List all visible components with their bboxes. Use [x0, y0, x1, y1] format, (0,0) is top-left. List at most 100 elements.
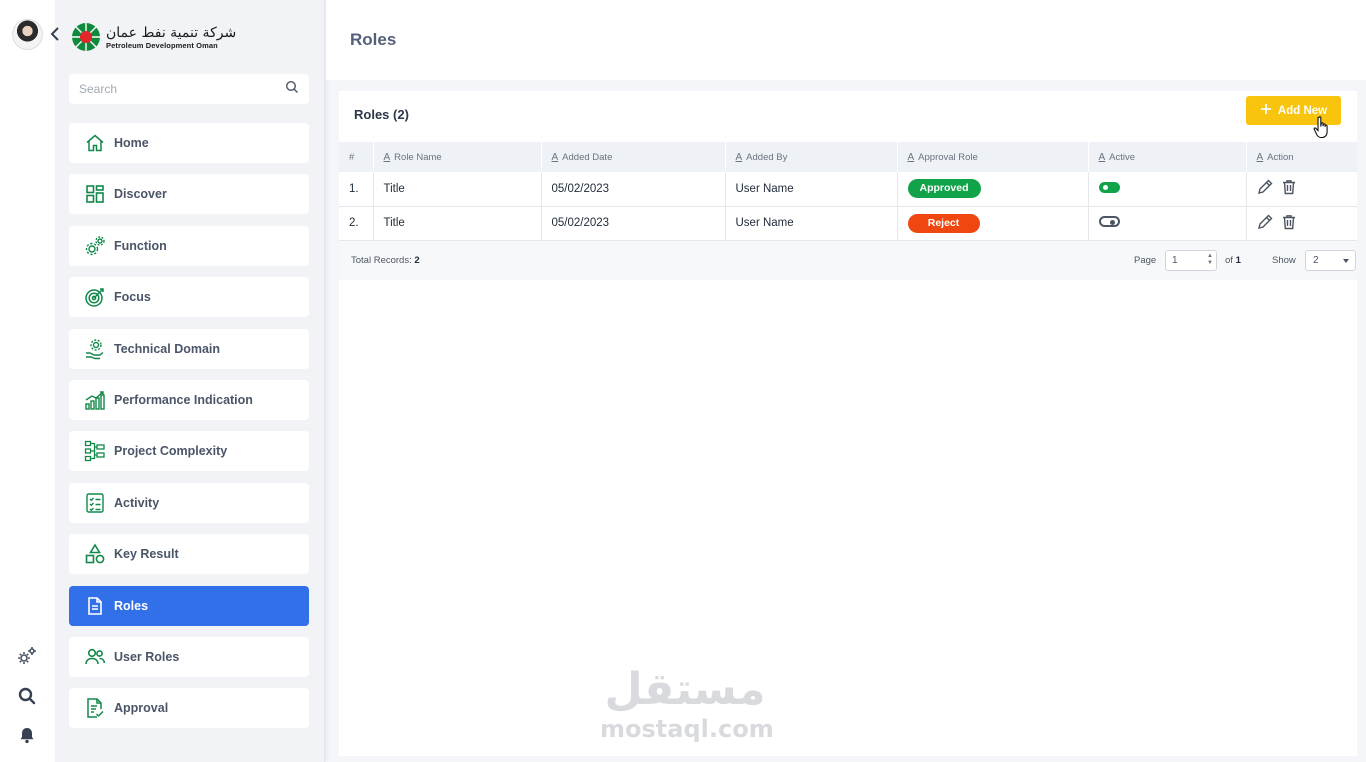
- table-footer: Total Records: 2 Page 1 ▲ ▼ of 1 Show 2: [339, 241, 1357, 280]
- added-date-cell: 05/02/2023: [541, 172, 726, 207]
- search-icon[interactable]: [14, 683, 40, 709]
- delete-trash-icon[interactable]: [1281, 214, 1297, 233]
- active-toggle[interactable]: [1098, 216, 1120, 227]
- checklist-icon: [84, 492, 106, 514]
- page-size-select[interactable]: 2: [1305, 250, 1356, 271]
- column-header-role-name[interactable]: A Role Name: [373, 142, 542, 172]
- added-by-cell: User Name: [725, 206, 898, 241]
- collapse-chevron-icon[interactable]: [48, 26, 62, 42]
- hand-cursor-icon: [1313, 116, 1328, 139]
- active-cell: [1088, 206, 1247, 241]
- show-label: Show: [1272, 255, 1296, 266]
- watermark-arabic: مستقل: [604, 664, 766, 715]
- sort-icon: A: [383, 151, 391, 163]
- sidebar-nav: Home Discover Function Focus Technical D…: [69, 123, 309, 740]
- column-header-index: #: [339, 142, 374, 172]
- total-records: Total Records: 2: [351, 255, 420, 266]
- settings-icon[interactable]: [14, 643, 40, 669]
- hierarchy-icon: [84, 440, 106, 462]
- sidebar-item-label: Activity: [114, 495, 160, 510]
- role-name-cell: Title: [373, 172, 542, 207]
- sort-icon: A: [1098, 151, 1106, 163]
- role-name-cell: Title: [373, 206, 542, 241]
- sidebar-item-focus[interactable]: Focus: [69, 277, 309, 318]
- sidebar-item-label: Roles: [114, 598, 149, 613]
- brand-name-arabic: شركة تنمية نفط عمان: [106, 24, 237, 41]
- active-toggle[interactable]: [1098, 181, 1120, 193]
- pdo-logo-icon: [72, 23, 100, 51]
- sidebar-item-technical-domain[interactable]: Technical Domain: [69, 328, 309, 369]
- sidebar-search: [69, 74, 309, 104]
- page-header: [326, 0, 1366, 80]
- brand-logo: شركة تنمية نفط عمان Petroleum Developmen…: [71, 22, 236, 52]
- column-header-added-date[interactable]: A Added Date: [541, 142, 726, 172]
- table-row: 1. Title 05/02/2023 User Name Approved: [339, 172, 1357, 207]
- watermark: مستقل mostaql.com: [600, 664, 774, 744]
- sidebar-item-approval[interactable]: Approval: [69, 688, 309, 729]
- card-title: Roles (2): [354, 107, 409, 122]
- column-header-approval-role[interactable]: A Approval Role: [897, 142, 1089, 172]
- search-input[interactable]: [79, 82, 285, 96]
- sidebar-item-activity[interactable]: Activity: [69, 482, 309, 523]
- page-stepper-icon[interactable]: ▲ ▼: [1207, 253, 1213, 267]
- home-icon: [84, 132, 106, 154]
- plus-icon: [1260, 103, 1272, 118]
- sort-icon: A: [735, 151, 743, 163]
- sidebar-item-key-result[interactable]: Key Result: [69, 534, 309, 575]
- sidebar-item-label: Discover: [114, 187, 167, 202]
- users-icon: [84, 646, 106, 668]
- column-header-action[interactable]: A Action: [1246, 142, 1357, 172]
- column-header-added-by[interactable]: A Added By: [725, 142, 898, 172]
- shapes-icon: [84, 543, 106, 565]
- sidebar-item-project-complexity[interactable]: Project Complexity: [69, 431, 309, 472]
- row-index: 2.: [339, 206, 374, 241]
- edit-pencil-icon[interactable]: [1257, 214, 1273, 233]
- search-icon[interactable]: [285, 80, 299, 99]
- sidebar-item-label: Key Result: [114, 547, 179, 562]
- watermark-english: mostaql.com: [600, 715, 774, 743]
- document-icon: [84, 595, 106, 617]
- added-by-cell: User Name: [725, 172, 898, 207]
- sidebar-item-label: Performance Indication: [114, 392, 253, 407]
- sidebar-item-home[interactable]: Home: [69, 123, 309, 163]
- sidebar-item-performance-indication[interactable]: Performance Indication: [69, 379, 309, 420]
- target-icon: [84, 286, 106, 308]
- action-cell: [1246, 172, 1357, 207]
- sidebar-item-function[interactable]: Function: [69, 225, 309, 266]
- row-index: 1.: [339, 172, 374, 207]
- sidebar-item-label: Technical Domain: [114, 341, 221, 356]
- bell-icon[interactable]: [14, 722, 40, 748]
- bar-growth-icon: [84, 389, 106, 411]
- status-badge-reject: Reject: [907, 213, 980, 233]
- approval-role-cell: Reject: [897, 206, 1089, 241]
- sidebar-item-label: Home: [114, 136, 149, 150]
- sort-icon: A: [551, 151, 559, 163]
- sidebar-item-user-roles[interactable]: User Roles: [69, 636, 309, 677]
- page-number-input[interactable]: 1 ▲ ▼: [1165, 250, 1217, 271]
- brand-name-english: Petroleum Development Oman: [106, 40, 218, 50]
- sidebar-item-label: Function: [114, 238, 167, 253]
- status-badge-approved: Approved: [907, 179, 981, 199]
- sidebar-item-roles[interactable]: Roles: [69, 585, 309, 626]
- edit-pencil-icon[interactable]: [1257, 179, 1273, 198]
- sidebar-item-label: Focus: [114, 290, 151, 305]
- avatar[interactable]: [12, 19, 43, 50]
- gears-icon: [84, 235, 106, 257]
- roles-card: Roles (2) Add New # A Role Name A Added Da…: [339, 91, 1357, 756]
- page-label: Page: [1134, 255, 1157, 266]
- sidebar-item-label: Project Complexity: [114, 444, 228, 459]
- added-date-cell: 05/02/2023: [541, 206, 726, 241]
- sidebar-item-label: User Roles: [114, 649, 180, 664]
- sort-icon: A: [907, 151, 915, 163]
- column-header-active[interactable]: A Active: [1088, 142, 1247, 172]
- chevron-down-icon: [1343, 259, 1349, 263]
- page-count: of 1: [1225, 255, 1241, 266]
- approval-role-cell: Approved: [897, 172, 1089, 207]
- roles-table: # A Role Name A Added Date A Added By A Appr…: [339, 142, 1357, 241]
- sidebar-item-discover[interactable]: Discover: [69, 174, 309, 215]
- delete-trash-icon[interactable]: [1281, 179, 1297, 198]
- hand-gear-icon: [84, 338, 106, 360]
- left-rail: [0, 0, 55, 762]
- action-cell: [1246, 206, 1357, 241]
- active-cell: [1088, 172, 1247, 207]
